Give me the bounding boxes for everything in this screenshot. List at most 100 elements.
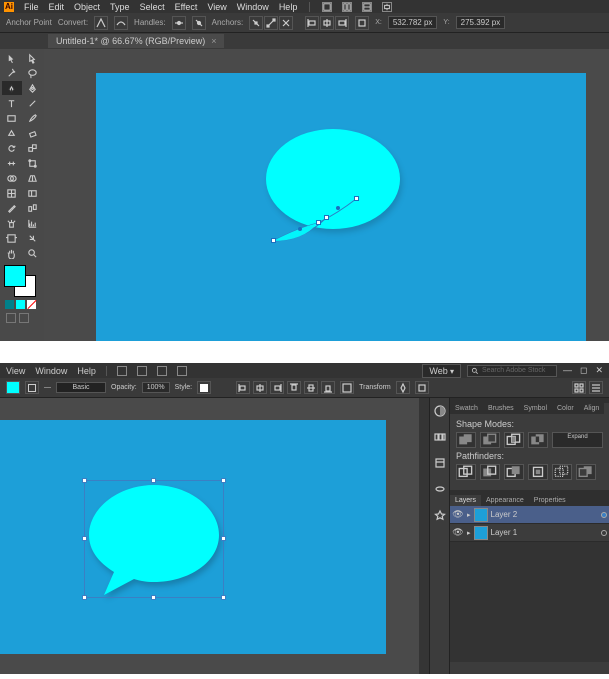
- divide-button[interactable]: [456, 464, 476, 480]
- transform-label[interactable]: Transform: [359, 384, 391, 391]
- direct-selection-tool[interactable]: [23, 51, 43, 65]
- menu-select[interactable]: Select: [140, 2, 165, 12]
- workspace-dropdown[interactable]: Web ▾: [422, 364, 461, 378]
- rotate-tool[interactable]: [2, 141, 22, 155]
- arrange-icon-2[interactable]: [137, 366, 147, 376]
- trim-button[interactable]: [480, 464, 500, 480]
- connect-anchor-icon[interactable]: [264, 16, 278, 30]
- outline-button[interactable]: [552, 464, 572, 480]
- show-handles-icon[interactable]: [172, 16, 186, 30]
- resize-handle[interactable]: [82, 536, 87, 541]
- type-tool[interactable]: [2, 96, 22, 110]
- isolate-icon[interactable]: [355, 16, 369, 30]
- color-guide-icon[interactable]: [433, 430, 447, 444]
- paintbrush-tool[interactable]: [23, 111, 43, 125]
- panel-tab[interactable]: Symbol: [519, 403, 552, 414]
- pen-tool[interactable]: [2, 81, 22, 95]
- menu-icon[interactable]: [589, 381, 603, 394]
- none-mode-icon[interactable]: [27, 300, 36, 309]
- handle-point[interactable]: [336, 206, 340, 210]
- menu-effect[interactable]: Effect: [175, 2, 198, 12]
- menu-view[interactable]: View: [207, 2, 226, 12]
- intersect-button[interactable]: [504, 432, 524, 448]
- expand-arrow-icon[interactable]: ▸: [467, 529, 471, 537]
- magic-wand-tool[interactable]: [2, 66, 22, 80]
- visibility-icon[interactable]: 👁: [452, 509, 464, 520]
- speech-bubble-tail-path[interactable]: [268, 193, 368, 253]
- resize-handle[interactable]: [221, 595, 226, 600]
- style-swatch[interactable]: [197, 381, 211, 394]
- screen-mode-icon[interactable]: [6, 313, 16, 323]
- resize-handle[interactable]: [151, 478, 156, 483]
- screen-mode-icon-2[interactable]: [19, 313, 29, 323]
- curvature-tool[interactable]: [23, 81, 43, 95]
- scale-tool[interactable]: [23, 141, 43, 155]
- menu-file[interactable]: File: [24, 2, 39, 12]
- arrange-doc-icon[interactable]: [322, 2, 332, 12]
- align-icon[interactable]: [321, 381, 335, 394]
- canvas-area[interactable]: [44, 49, 609, 341]
- eyedropper-tool[interactable]: [2, 201, 22, 215]
- selection-indicator[interactable]: [601, 512, 607, 518]
- graph-tool[interactable]: [23, 216, 43, 230]
- fill-swatch[interactable]: [4, 265, 26, 287]
- menu-help[interactable]: Help: [77, 366, 96, 376]
- scrollbar[interactable]: [419, 398, 429, 674]
- menu-window[interactable]: Window: [35, 366, 67, 376]
- panel-tab[interactable]: Swatch: [450, 403, 483, 414]
- minus-back-button[interactable]: [576, 464, 596, 480]
- selection-indicator[interactable]: [601, 530, 607, 536]
- brushes-icon[interactable]: [433, 482, 447, 496]
- free-transform-tool[interactable]: [23, 156, 43, 170]
- resize-handle[interactable]: [82, 595, 87, 600]
- close-tab-icon[interactable]: ×: [211, 36, 216, 46]
- libraries-icon[interactable]: [433, 456, 447, 470]
- align-icon[interactable]: [270, 381, 284, 394]
- artboard-tool[interactable]: [2, 231, 22, 245]
- maximize-icon[interactable]: ◻: [580, 365, 587, 376]
- document-tab[interactable]: Untitled-1* @ 66.67% (RGB/Preview) ×: [48, 34, 224, 48]
- resize-handle[interactable]: [221, 478, 226, 483]
- eraser-tool[interactable]: [23, 126, 43, 140]
- edit-icon[interactable]: [415, 381, 429, 394]
- convert-corner-icon[interactable]: [94, 16, 108, 30]
- search-field[interactable]: Search Adobe Stock: [467, 365, 557, 377]
- zoom-tool[interactable]: [23, 246, 43, 260]
- mesh-tool[interactable]: [2, 186, 22, 200]
- anchor-point[interactable]: [271, 238, 276, 243]
- anchor-point[interactable]: [354, 196, 359, 201]
- remove-anchor-icon[interactable]: [249, 16, 263, 30]
- panel-tab-layers[interactable]: Layers: [450, 495, 481, 506]
- app-logo[interactable]: Ai: [4, 2, 14, 12]
- menu-edit[interactable]: Edit: [49, 2, 65, 12]
- y-value[interactable]: 275.392 px: [456, 16, 506, 29]
- opacity-value[interactable]: 100%: [142, 382, 170, 393]
- align-icon[interactable]: [236, 381, 250, 394]
- align-icon[interactable]: [253, 381, 267, 394]
- blend-tool[interactable]: [23, 201, 43, 215]
- selection-tool[interactable]: [2, 51, 22, 65]
- resize-handle[interactable]: [151, 595, 156, 600]
- panel-tab[interactable]: Appearance: [481, 495, 529, 506]
- align-left-icon[interactable]: [305, 16, 319, 30]
- perspective-tool[interactable]: [23, 171, 43, 185]
- color-mode-icon[interactable]: [5, 300, 14, 309]
- align-icon[interactable]: [287, 381, 301, 394]
- cut-anchor-icon[interactable]: [279, 16, 293, 30]
- stroke-color-icon[interactable]: [25, 381, 39, 394]
- hand-tool[interactable]: [2, 246, 22, 260]
- symbol-sprayer-tool[interactable]: [2, 216, 22, 230]
- gpu-icon[interactable]: [382, 2, 392, 12]
- close-icon[interactable]: ✕: [595, 365, 603, 376]
- anchor-point[interactable]: [324, 215, 329, 220]
- visibility-icon[interactable]: 👁: [452, 527, 464, 538]
- merge-button[interactable]: [504, 464, 524, 480]
- x-value[interactable]: 532.782 px: [388, 16, 438, 29]
- shape-icon[interactable]: [340, 381, 354, 394]
- crop-button[interactable]: [528, 464, 548, 480]
- minus-front-button[interactable]: [480, 432, 500, 448]
- anchor-point[interactable]: [316, 220, 321, 225]
- lasso-tool[interactable]: [23, 66, 43, 80]
- menu-type[interactable]: Type: [110, 2, 130, 12]
- expand-arrow-icon[interactable]: ▸: [467, 511, 471, 519]
